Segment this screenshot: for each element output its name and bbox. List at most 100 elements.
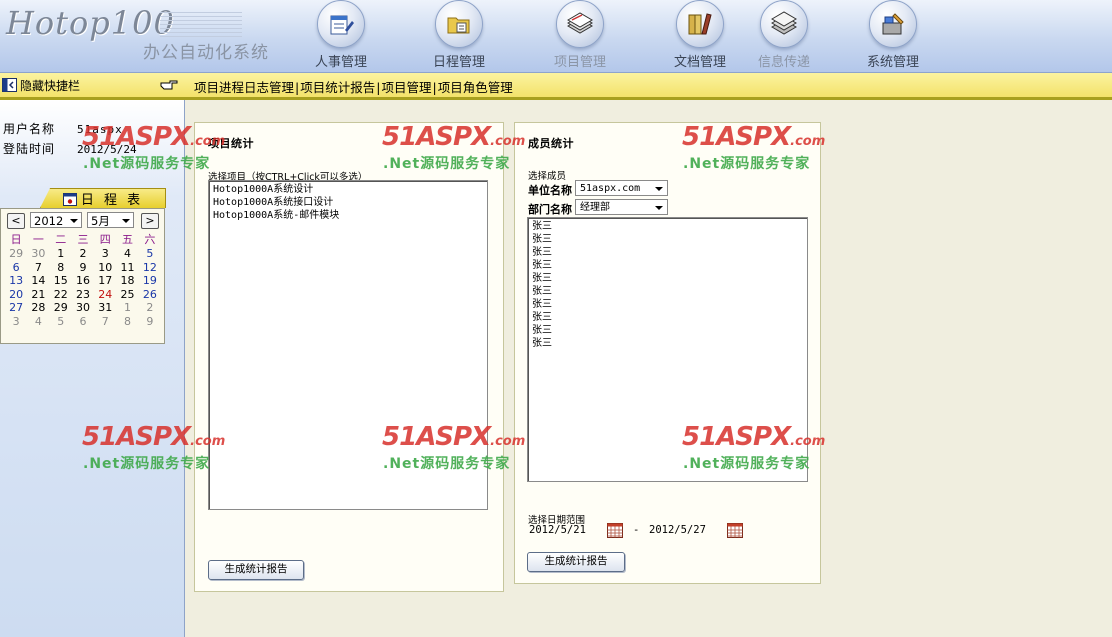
calendar-day[interactable]: 20: [5, 288, 27, 302]
calendar-day[interactable]: 27: [5, 301, 27, 315]
project-listbox[interactable]: Hotop1000A系统设计 Hotop1000A系统接口设计 Hotop100…: [208, 180, 488, 510]
project-stats-panel: 项目统计 选择项目（按CTRL+Click可以多选） Hotop1000A系统设…: [194, 122, 504, 592]
year-select[interactable]: 2012: [30, 212, 82, 228]
calendar-day[interactable]: 28: [27, 301, 49, 315]
calendar-day[interactable]: 6: [72, 315, 94, 329]
calendar-day[interactable]: 25: [116, 288, 138, 302]
documents-icon: [676, 0, 724, 48]
calendar-weekday: 五: [122, 233, 134, 246]
calendar-day[interactable]: 17: [94, 274, 116, 288]
start-date-calendar-icon[interactable]: [607, 523, 623, 538]
login-time-value: 2012/5/24: [77, 143, 137, 156]
prev-month-button[interactable]: <: [7, 213, 25, 229]
hide-panel-icon: [2, 78, 17, 92]
list-item[interactable]: 张三: [532, 259, 803, 272]
calendar-day[interactable]: 12: [139, 261, 161, 275]
calendar-day[interactable]: 30: [27, 247, 49, 261]
member-generate-report-button[interactable]: 生成统计报告: [527, 552, 625, 572]
nav-messages[interactable]: 信息传递: [739, 0, 829, 70]
nav-label: 系统管理: [866, 55, 919, 70]
user-name-value: 51aspx: [77, 123, 123, 136]
calendar-day[interactable]: 18: [116, 274, 138, 288]
calendar-day[interactable]: 26: [139, 288, 161, 302]
nav-documents[interactable]: 文档管理: [655, 0, 745, 70]
start-date-value[interactable]: 2012/5/21: [529, 524, 586, 536]
calendar-day[interactable]: 4: [116, 247, 138, 261]
calendar-day[interactable]: 22: [50, 288, 72, 302]
calendar-header: 日 程 表: [0, 186, 166, 208]
calendar-day[interactable]: 5: [50, 315, 72, 329]
calendar-day[interactable]: 9: [139, 315, 161, 329]
list-item[interactable]: 张三: [532, 220, 803, 233]
calendar-day[interactable]: 7: [27, 261, 49, 275]
calendar-day[interactable]: 16: [72, 274, 94, 288]
calendar-day[interactable]: 3: [5, 315, 27, 329]
link-project-report[interactable]: 项目统计报告: [300, 80, 375, 95]
calendar-day[interactable]: 31: [94, 301, 116, 315]
project-generate-report-button[interactable]: 生成统计报告: [208, 560, 304, 580]
nav-label: 人事管理: [314, 55, 367, 70]
nav-system[interactable]: 系统管理: [848, 0, 938, 70]
list-item[interactable]: 张三: [532, 246, 803, 259]
nav-project[interactable]: 项目管理: [535, 0, 625, 70]
list-item[interactable]: Hotop1000A系统-邮件模块: [213, 209, 483, 222]
calendar-day[interactable]: 8: [116, 315, 138, 329]
end-date-calendar-icon[interactable]: [727, 523, 743, 538]
calendar-day[interactable]: 14: [27, 274, 49, 288]
calendar-day[interactable]: 10: [94, 261, 116, 275]
calendar-day[interactable]: 21: [27, 288, 49, 302]
calendar-day[interactable]: 4: [27, 315, 49, 329]
calendar-day[interactable]: 19: [139, 274, 161, 288]
month-select[interactable]: 5月: [87, 212, 134, 228]
system-subtitle: 办公自动化系统: [143, 43, 269, 63]
list-item[interactable]: 张三: [532, 233, 803, 246]
select-member-label: 选择成员: [528, 171, 567, 182]
calendar-day[interactable]: 24: [94, 288, 116, 302]
list-item[interactable]: 张三: [532, 272, 803, 285]
calendar-weekday: 日: [10, 233, 22, 246]
calendar-day[interactable]: 23: [72, 288, 94, 302]
list-item[interactable]: 张三: [532, 324, 803, 337]
calendar-weekday: 四: [99, 233, 111, 246]
left-sidebar: 用户名称 51aspx 登陆时间 2012/5/24 日 程 表 < 2012 5月: [0, 100, 185, 637]
member-stats-panel: 成员统计 选择成员 单位名称 51aspx.com 部门名称 经理部 张三 张三张…: [514, 122, 821, 584]
calendar-day[interactable]: 9: [72, 261, 94, 275]
calendar-day[interactable]: 30: [72, 301, 94, 315]
calendar-day[interactable]: 29: [5, 247, 27, 261]
calendar-day[interactable]: 3: [94, 247, 116, 261]
list-item[interactable]: 张三: [532, 285, 803, 298]
list-item[interactable]: 张三: [532, 337, 803, 350]
calendar-day[interactable]: 2: [139, 301, 161, 315]
calendar-day[interactable]: 1: [116, 301, 138, 315]
end-date-value[interactable]: 2012/5/27: [649, 524, 706, 536]
calendar-day[interactable]: 15: [50, 274, 72, 288]
unit-select[interactable]: 51aspx.com: [575, 180, 668, 196]
next-month-button[interactable]: >: [141, 213, 159, 229]
list-item[interactable]: Hotop1000A系统接口设计: [213, 196, 483, 209]
dept-select[interactable]: 经理部: [575, 199, 668, 215]
calendar-day[interactable]: 13: [5, 274, 27, 288]
link-project-manage[interactable]: 项目管理: [381, 80, 431, 95]
list-item[interactable]: 张三: [532, 311, 803, 324]
dept-value: 经理部: [580, 202, 610, 213]
calendar-day[interactable]: 29: [50, 301, 72, 315]
link-project-roles[interactable]: 项目角色管理: [438, 80, 513, 95]
list-item[interactable]: Hotop1000A系统设计: [213, 183, 483, 196]
calendar-day[interactable]: 11: [116, 261, 138, 275]
calendar-day[interactable]: 7: [94, 315, 116, 329]
hide-shortcut-button[interactable]: 隐藏快捷栏: [2, 77, 80, 93]
calendar-day[interactable]: 1: [50, 247, 72, 261]
list-item[interactable]: 张三: [532, 298, 803, 311]
project-stack-icon: [556, 0, 604, 48]
calendar-day[interactable]: 8: [50, 261, 72, 275]
calendar-day[interactable]: 2: [72, 247, 94, 261]
nav-schedule[interactable]: 日程管理: [414, 0, 504, 70]
calendar-weekday: 一: [32, 233, 44, 246]
calendar-day[interactable]: 6: [5, 261, 27, 275]
nav-personnel[interactable]: 人事管理: [296, 0, 386, 70]
date-range-separator: -: [633, 524, 640, 536]
member-listbox[interactable]: 张三 张三 张三 张三 张三 张三 张三 张三 张三 张三: [527, 217, 808, 482]
link-project-log[interactable]: 项目进程日志管理: [194, 80, 294, 95]
calendar-day[interactable]: 5: [139, 247, 161, 261]
user-name-row: 用户名称 51aspx: [3, 120, 123, 137]
